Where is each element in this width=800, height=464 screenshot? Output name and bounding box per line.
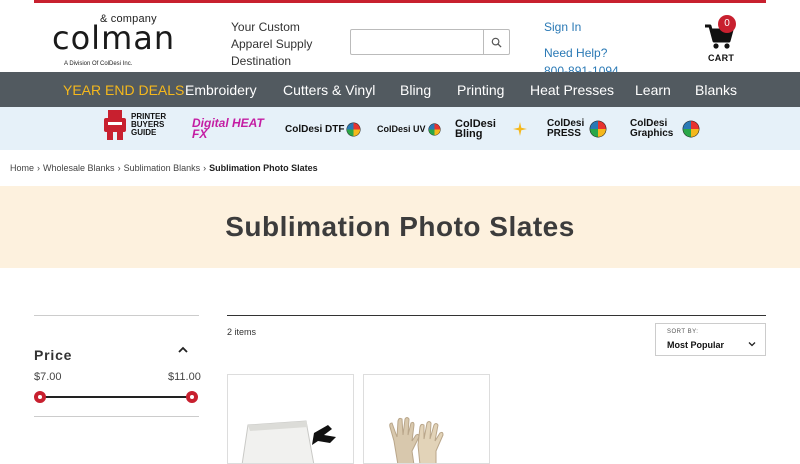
search-input[interactable] <box>351 30 484 54</box>
color-wheel-icon <box>346 121 361 137</box>
breadcrumb: Home › Wholesale Blanks › Sublimation Blanks… <box>10 163 318 173</box>
page-hero: Sublimation Photo Slates <box>0 186 800 268</box>
price-min-value: $7.00 <box>34 371 62 383</box>
nav-blanks[interactable]: Blanks <box>695 82 737 98</box>
header-tagline: Your Custom Apparel Supply Destination <box>231 20 313 68</box>
color-wheel-icon <box>427 122 441 136</box>
cart-count-badge: 0 <box>718 15 736 33</box>
product-card-photo-slate[interactable] <box>227 374 354 464</box>
cart-label: CART <box>708 53 735 63</box>
breadcrumb-separator-icon: › <box>37 163 41 173</box>
breadcrumb-sublimation-blanks[interactable]: Sublimation Blanks <box>124 163 201 173</box>
digital-heat-fx-logo[interactable]: Digital HEAT FX <box>192 117 266 141</box>
sublimation-gloves-image <box>389 417 444 463</box>
colman-logo[interactable]: & company colman A Division Of ColDesi I… <box>52 13 174 67</box>
coldesi-dtf-text: ColDesi DTF <box>285 123 345 135</box>
logo-division-text: A Division Of ColDesi Inc. <box>64 61 133 67</box>
page-title: Sublimation Photo Slates <box>225 211 575 242</box>
nav-printing[interactable]: Printing <box>457 82 504 98</box>
sort-value: Most Popular <box>667 340 725 350</box>
cart-button[interactable]: 0 CART <box>702 15 742 65</box>
nav-cutters-vinyl[interactable]: Cutters & Vinyl <box>283 82 375 98</box>
facet-divider <box>34 315 199 316</box>
coldesi-graphics-logo[interactable]: ColDesi Graphics <box>630 117 700 141</box>
breadcrumb-separator-icon: › <box>203 163 207 173</box>
coldesi-bling-text: ColDesi Bling <box>455 118 496 140</box>
price-slider-min-handle[interactable] <box>34 391 46 403</box>
search-box <box>350 29 510 55</box>
results-count: 2 items <box>227 327 257 337</box>
logo-brand-text: colman <box>52 19 176 57</box>
printer-mascot-icon <box>104 110 126 140</box>
coldesi-press-text: ColDesi PRESS <box>547 118 585 139</box>
coldesi-bling-logo[interactable]: ColDesi Bling <box>455 117 527 141</box>
nav-year-end-deals[interactable]: YEAR END DEALS <box>63 82 184 98</box>
price-facet-title[interactable]: Price <box>34 347 72 363</box>
site-header: & company colman A Division Of ColDesi I… <box>0 3 800 78</box>
primary-nav: YEAR END DEALS Embroidery Cutters & Viny… <box>0 72 800 107</box>
search-icon <box>491 37 502 48</box>
product-card-gloves[interactable] <box>363 374 490 464</box>
breadcrumb-separator-icon: › <box>117 163 121 173</box>
coldesi-graphics-text: ColDesi Graphics <box>630 118 674 139</box>
search-button[interactable] <box>483 30 509 54</box>
need-help-link[interactable]: Need Help? <box>544 44 619 62</box>
photo-slate-image <box>241 420 336 463</box>
digital-heat-fx-text: Digital HEAT FX <box>192 116 264 141</box>
coldesi-dtf-logo[interactable]: ColDesi DTF <box>285 117 361 141</box>
results-divider <box>227 315 766 316</box>
breadcrumb-home[interactable]: Home <box>10 163 34 173</box>
nav-embroidery[interactable]: Embroidery <box>185 82 257 98</box>
brand-strip: PRINTER BUYERS GUIDE Digital HEAT FX Col… <box>0 107 800 150</box>
coldesi-uv-text: ColDesi UV <box>377 124 426 134</box>
chevron-up-icon[interactable] <box>178 345 188 355</box>
sort-dropdown[interactable]: SORT BY: Most Popular <box>655 323 766 356</box>
breadcrumb-wholesale-blanks[interactable]: Wholesale Blanks <box>43 163 115 173</box>
coldesi-press-logo[interactable]: ColDesi PRESS <box>547 117 607 141</box>
facet-divider <box>34 416 199 417</box>
nav-learn[interactable]: Learn <box>635 82 671 98</box>
color-wheel-icon <box>682 120 700 138</box>
price-max-value: $11.00 <box>168 371 201 383</box>
chevron-down-icon <box>748 342 756 347</box>
breadcrumb-current: Sublimation Photo Slates <box>209 163 318 173</box>
sign-in-link[interactable]: Sign In <box>544 18 619 36</box>
printer-buyers-guide-text: PRINTER BUYERS GUIDE <box>131 112 167 137</box>
coldesi-uv-logo[interactable]: ColDesi UV <box>377 117 441 141</box>
price-slider-max-handle[interactable] <box>186 391 198 403</box>
sort-label: SORT BY: <box>667 329 699 335</box>
sparkle-icon <box>513 122 527 136</box>
printer-buyers-guide-logo[interactable]: PRINTER BUYERS GUIDE <box>102 110 175 140</box>
nav-heat-presses[interactable]: Heat Presses <box>530 82 614 98</box>
account-links: Sign In Need Help? 800-891-1094 <box>544 18 619 80</box>
price-slider-track[interactable] <box>40 396 192 398</box>
color-wheel-icon <box>589 120 607 138</box>
nav-bling[interactable]: Bling <box>400 82 431 98</box>
